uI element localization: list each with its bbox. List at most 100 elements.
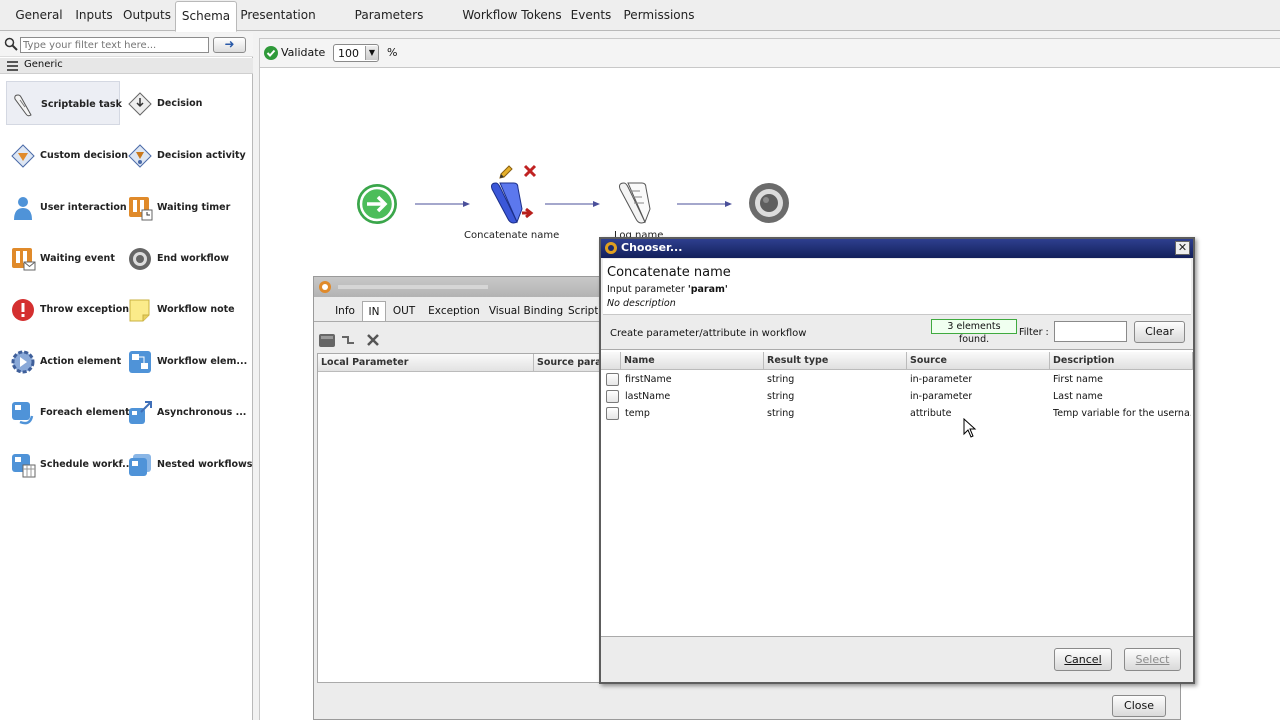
palette-item-scriptable-task[interactable]: Scriptable task	[6, 81, 122, 125]
foreach-element-icon	[10, 400, 38, 426]
bind-parameter-icon[interactable]	[318, 332, 336, 351]
chooser-element-name: Concatenate name	[607, 265, 731, 280]
zoom-select[interactable]: 100 ▼	[333, 44, 379, 62]
tab-general[interactable]: General	[10, 0, 68, 31]
remove-icon[interactable]	[366, 333, 380, 350]
table-row[interactable]: firstName string in-parameter First name	[601, 372, 1193, 389]
waiting-event-icon	[10, 246, 38, 272]
chooser-title: Chooser...	[621, 241, 683, 254]
palette-item-custom-decision[interactable]: Custom decision	[6, 133, 128, 177]
window-app-icon	[318, 280, 332, 297]
chooser-description: No description	[607, 298, 676, 309]
top-tab-bar: General Inputs Outputs Schema Presentati…	[0, 0, 1280, 53]
row-type: string	[767, 374, 795, 385]
validate-check-icon	[264, 46, 278, 63]
palette-item-end-workflow[interactable]: End workflow	[123, 236, 237, 280]
row-checkbox[interactable]	[606, 390, 619, 403]
action-element-icon	[10, 349, 38, 375]
waiting-timer-icon	[127, 195, 155, 221]
table-row[interactable]: lastName string in-parameter Last name	[601, 389, 1193, 406]
palette-group-label: Generic	[24, 59, 63, 70]
decision-icon	[127, 91, 155, 117]
row-source: attribute	[910, 408, 952, 419]
palette-item-waiting-event[interactable]: Waiting event	[6, 236, 120, 280]
close-icon[interactable]: ✕	[1175, 241, 1190, 255]
col-description[interactable]: Description	[1050, 352, 1193, 370]
tab-inputs[interactable]: Inputs	[70, 0, 118, 31]
blurred-title-text	[338, 285, 488, 289]
row-name: firstName	[625, 374, 672, 385]
palette-item-action-element[interactable]: Action element	[6, 339, 121, 383]
palette-item-decision-activity[interactable]: Decision activity	[123, 133, 246, 177]
connector-arrow	[677, 199, 733, 212]
validate-button[interactable]: Validate	[281, 46, 325, 59]
tab-workflow-tokens[interactable]: Workflow Tokens	[462, 0, 562, 31]
end-workflow-icon	[127, 246, 155, 272]
concatenate-name-label: Concatenate name	[464, 230, 560, 241]
table-row[interactable]: temp string attribute Temp variable for …	[601, 406, 1193, 423]
palette-filter-input[interactable]	[20, 37, 209, 53]
col-source[interactable]: Source	[907, 352, 1050, 370]
chooser-filter-input[interactable]	[1054, 321, 1127, 342]
row-checkbox[interactable]	[606, 407, 619, 420]
row-type: string	[767, 408, 795, 419]
filter-go-button[interactable]: ➜	[213, 37, 246, 53]
tab-schema[interactable]: Schema	[175, 1, 237, 32]
workflow-element-icon	[127, 349, 155, 375]
connector-arrow	[415, 199, 471, 212]
ptab-in[interactable]: IN	[362, 301, 386, 321]
close-button[interactable]: Close	[1112, 695, 1166, 717]
palette-item-user-interaction[interactable]: User interaction	[6, 185, 127, 229]
tab-permissions[interactable]: Permissions	[619, 0, 699, 31]
ptab-info[interactable]: Info	[328, 301, 362, 321]
clear-button[interactable]: Clear	[1134, 321, 1185, 343]
ptab-visual-binding[interactable]: Visual Binding	[488, 301, 564, 321]
concatenate-name-task[interactable]	[488, 179, 536, 230]
unbind-icon[interactable]	[340, 332, 356, 351]
row-description: Temp variable for the userna...	[1053, 408, 1191, 419]
tab-presentation[interactable]: Presentation	[240, 0, 316, 31]
connector-arrow	[545, 199, 601, 212]
chooser-header: Concatenate name Input parameter 'param'…	[603, 259, 1191, 315]
palette-group-header[interactable]: Generic	[0, 58, 253, 74]
col-name[interactable]: Name	[621, 352, 764, 370]
palette-item-waiting-timer[interactable]: Waiting timer	[123, 185, 237, 229]
col-local-parameter[interactable]: Local Parameter	[318, 354, 534, 372]
palette-item-schedule-workflow[interactable]: Schedule workf...	[6, 442, 133, 486]
create-parameter-link[interactable]: Create parameter/attribute in workflow	[610, 328, 806, 339]
palette-item-nested-workflows[interactable]: Nested workflows	[123, 442, 252, 486]
cancel-button[interactable]: Cancel	[1054, 648, 1112, 671]
end-node[interactable]	[748, 182, 790, 227]
start-node[interactable]	[356, 183, 398, 228]
tab-outputs[interactable]: Outputs	[120, 0, 174, 31]
workflow-note-icon	[127, 297, 155, 323]
ptab-exception[interactable]: Exception	[424, 301, 484, 321]
chevron-down-icon: ▼	[365, 46, 378, 60]
palette-item-workflow-note[interactable]: Workflow note	[123, 287, 237, 331]
select-button[interactable]: Select	[1124, 648, 1181, 671]
palette-item-workflow-element[interactable]: Workflow elem...	[123, 339, 247, 383]
throw-exception-icon	[10, 297, 38, 323]
palette-item-throw-exception[interactable]: Throw exception	[6, 287, 129, 331]
tab-parameters-references[interactable]: Parameters References	[320, 0, 458, 53]
tab-events[interactable]: Events	[567, 0, 615, 31]
user-interaction-icon	[10, 195, 38, 221]
nested-workflows-icon	[127, 452, 155, 478]
schedule-workflow-icon	[10, 452, 38, 478]
asynchronous-icon	[127, 400, 155, 426]
window-app-icon	[604, 241, 618, 258]
palette-item-decision[interactable]: Decision	[123, 81, 237, 125]
ptab-out[interactable]: OUT	[388, 301, 420, 321]
row-checkbox[interactable]	[606, 373, 619, 386]
chooser-dialog: Chooser... ✕ Concatenate name Input para…	[599, 237, 1195, 684]
chooser-title-bar[interactable]: Chooser... ✕	[601, 239, 1193, 258]
zoom-percent-label: %	[387, 46, 398, 59]
col-result-type[interactable]: Result type	[764, 352, 907, 370]
palette-item-asynchronous[interactable]: Asynchronous ...	[123, 390, 246, 434]
decision-activity-icon	[127, 143, 155, 169]
palette-item-foreach-element[interactable]: Foreach element	[6, 390, 130, 434]
log-name-task[interactable]	[616, 179, 658, 230]
ptab-scripting[interactable]: Scripting	[568, 301, 598, 321]
zoom-value: 100	[338, 47, 359, 60]
scriptable-task-icon	[11, 92, 39, 118]
